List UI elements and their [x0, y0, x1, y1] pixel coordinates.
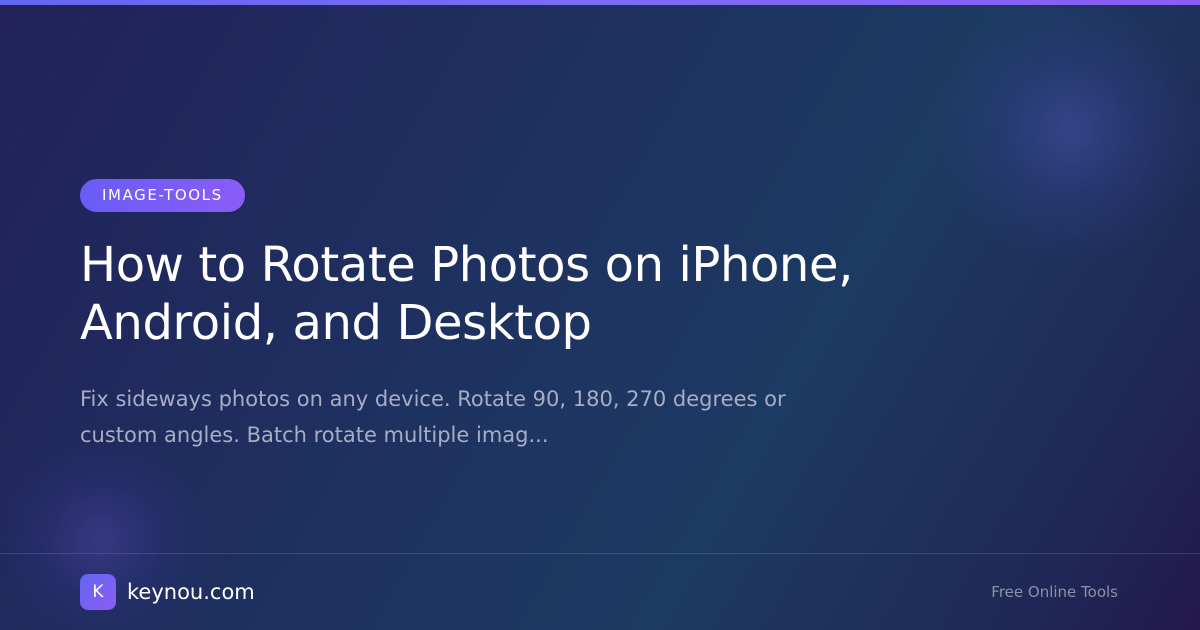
category-tag: IMAGE-TOOLS — [80, 179, 245, 212]
footer-tagline: Free Online Tools — [991, 583, 1118, 601]
footer-divider — [0, 553, 1200, 554]
decorative-glow-top-right — [930, 0, 1200, 260]
brand-logo-icon: K — [80, 574, 116, 610]
top-accent-bar — [0, 0, 1200, 5]
page-description: Fix sideways photos on any device. Rotat… — [80, 387, 786, 447]
brand-name: keynou.com — [127, 580, 255, 604]
page-title: How to Rotate Photos on iPhone, Android,… — [80, 237, 853, 351]
share-card: IMAGE-TOOLS How to Rotate Photos on iPho… — [0, 0, 1200, 630]
